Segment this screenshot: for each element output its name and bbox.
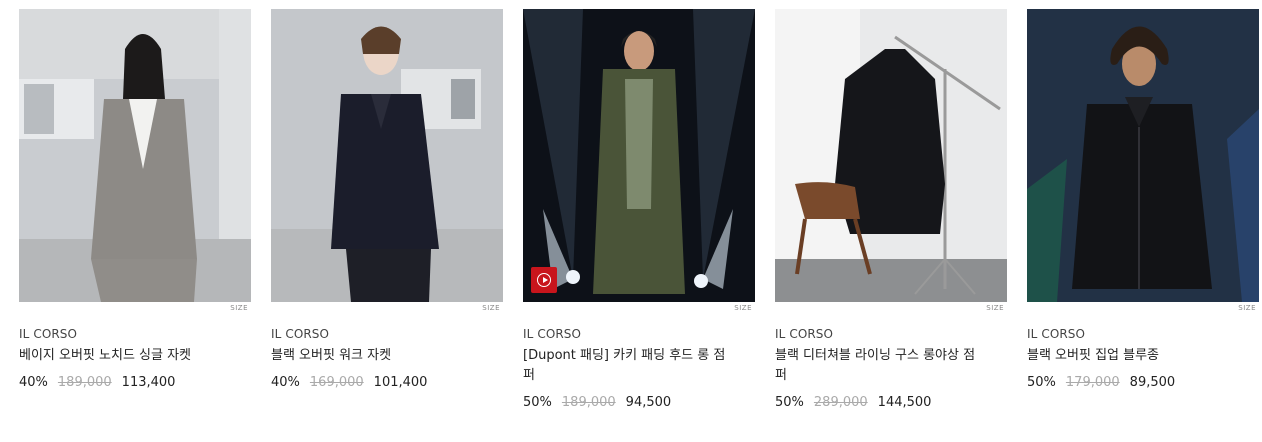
size-tag[interactable]: SIZE bbox=[482, 304, 500, 312]
price-row: 50% 289,000 144,500 bbox=[775, 395, 931, 410]
price-row: 50% 189,000 94,500 bbox=[523, 395, 671, 410]
discount-rate: 50% bbox=[1027, 375, 1056, 390]
price-row: 40% 169,000 101,400 bbox=[271, 375, 427, 390]
product-card[interactable]: SIZE IL CORSO 블랙 디터쳐블 라이닝 구스 롱야상 점퍼 50% 2… bbox=[775, 9, 1007, 429]
sale-price: 94,500 bbox=[625, 395, 672, 410]
product-name[interactable]: 블랙 오버핏 워크 자켓 bbox=[271, 346, 481, 366]
product-image[interactable] bbox=[775, 9, 1007, 302]
product-card[interactable]: SIZE IL CORSO 베이지 오버핏 노치드 싱글 자켓 40% 189,0… bbox=[19, 9, 251, 429]
product-brand[interactable]: IL CORSO bbox=[1027, 327, 1085, 341]
sale-price: 113,400 bbox=[121, 375, 176, 390]
product-brand[interactable]: IL CORSO bbox=[271, 327, 329, 341]
product-card[interactable]: SIZE IL CORSO 블랙 오버핏 워크 자켓 40% 169,000 101… bbox=[271, 9, 503, 429]
product-name[interactable]: [Dupont 패딩] 카키 패딩 후드 롱 점퍼 bbox=[523, 346, 733, 386]
original-price: 179,000 bbox=[1065, 375, 1120, 390]
discount-rate: 40% bbox=[19, 375, 48, 390]
discount-rate: 50% bbox=[775, 395, 804, 410]
discount-rate: 40% bbox=[271, 375, 300, 390]
product-image[interactable] bbox=[523, 9, 755, 302]
sale-price: 101,400 bbox=[373, 375, 428, 390]
play-icon bbox=[537, 273, 551, 287]
product-image[interactable] bbox=[1027, 9, 1259, 302]
product-card[interactable]: SIZE IL CORSO 블랙 오버핏 집업 블루종 50% 179,000 89… bbox=[1027, 9, 1259, 429]
original-price: 189,000 bbox=[561, 395, 616, 410]
price-row: 40% 189,000 113,400 bbox=[19, 375, 175, 390]
video-play-button[interactable] bbox=[531, 267, 557, 293]
size-tag[interactable]: SIZE bbox=[734, 304, 752, 312]
product-name[interactable]: 블랙 오버핏 집업 블루종 bbox=[1027, 346, 1237, 366]
original-price: 169,000 bbox=[309, 375, 364, 390]
product-card[interactable]: SIZE IL CORSO [Dupont 패딩] 카키 패딩 후드 롱 점퍼 … bbox=[523, 9, 755, 429]
product-brand[interactable]: IL CORSO bbox=[19, 327, 77, 341]
original-price: 289,000 bbox=[813, 395, 868, 410]
discount-rate: 50% bbox=[523, 395, 552, 410]
product-brand[interactable]: IL CORSO bbox=[775, 327, 833, 341]
product-name[interactable]: 블랙 디터쳐블 라이닝 구스 롱야상 점퍼 bbox=[775, 346, 985, 386]
size-tag[interactable]: SIZE bbox=[986, 304, 1004, 312]
original-price: 189,000 bbox=[57, 375, 112, 390]
size-tag[interactable]: SIZE bbox=[230, 304, 248, 312]
product-image[interactable] bbox=[271, 9, 503, 302]
product-brand[interactable]: IL CORSO bbox=[523, 327, 581, 341]
product-image[interactable] bbox=[19, 9, 251, 302]
price-row: 50% 179,000 89,500 bbox=[1027, 375, 1175, 390]
sale-price: 89,500 bbox=[1129, 375, 1176, 390]
sale-price: 144,500 bbox=[877, 395, 932, 410]
size-tag[interactable]: SIZE bbox=[1238, 304, 1256, 312]
product-name[interactable]: 베이지 오버핏 노치드 싱글 자켓 bbox=[19, 346, 229, 366]
